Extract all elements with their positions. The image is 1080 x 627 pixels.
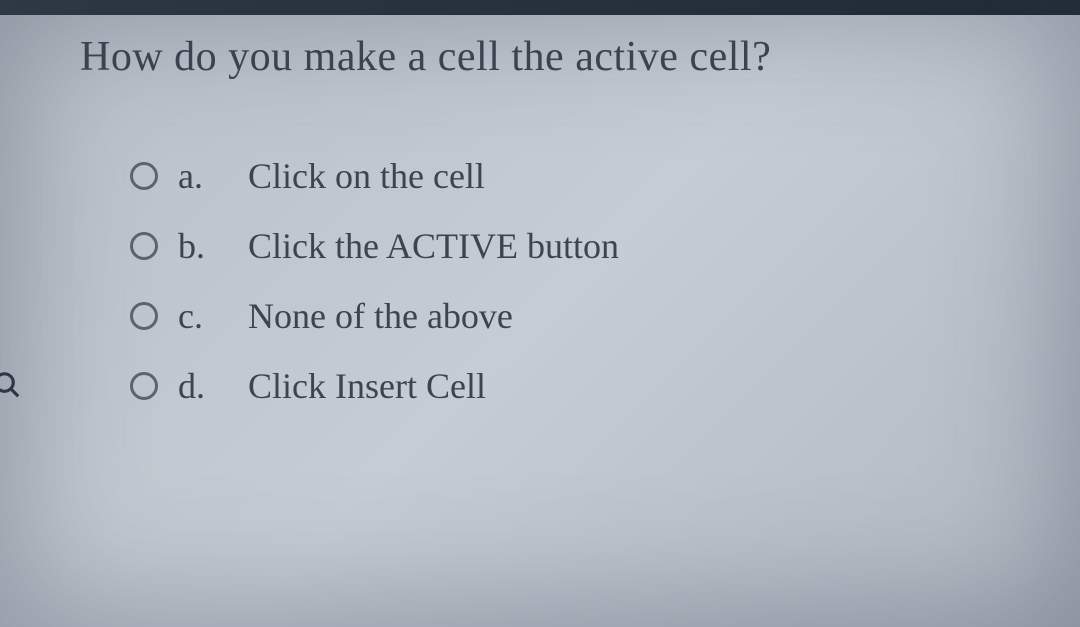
option-row-b[interactable]: b. Click the ACTIVE button bbox=[130, 225, 1020, 267]
option-letter: c. bbox=[178, 295, 228, 337]
option-text: Click the ACTIVE button bbox=[248, 225, 619, 267]
option-text: Click Insert Cell bbox=[248, 365, 486, 407]
radio-icon[interactable] bbox=[130, 372, 158, 400]
question-heading: How do you make a cell the active cell? bbox=[80, 30, 1020, 85]
quiz-container: How do you make a cell the active cell? … bbox=[0, 0, 1080, 475]
options-list: a. Click on the cell b. Click the ACTIVE… bbox=[80, 155, 1020, 407]
radio-icon[interactable] bbox=[130, 302, 158, 330]
option-letter: b. bbox=[178, 225, 228, 267]
option-row-a[interactable]: a. Click on the cell bbox=[130, 155, 1020, 197]
option-letter: d. bbox=[178, 365, 228, 407]
radio-icon[interactable] bbox=[130, 162, 158, 190]
option-text: None of the above bbox=[248, 295, 513, 337]
option-letter: a. bbox=[178, 155, 228, 197]
option-row-d[interactable]: d. Click Insert Cell bbox=[130, 365, 1020, 407]
radio-icon[interactable] bbox=[130, 232, 158, 260]
magnify-icon bbox=[0, 370, 22, 400]
option-row-c[interactable]: c. None of the above bbox=[130, 295, 1020, 337]
option-text: Click on the cell bbox=[248, 155, 485, 197]
